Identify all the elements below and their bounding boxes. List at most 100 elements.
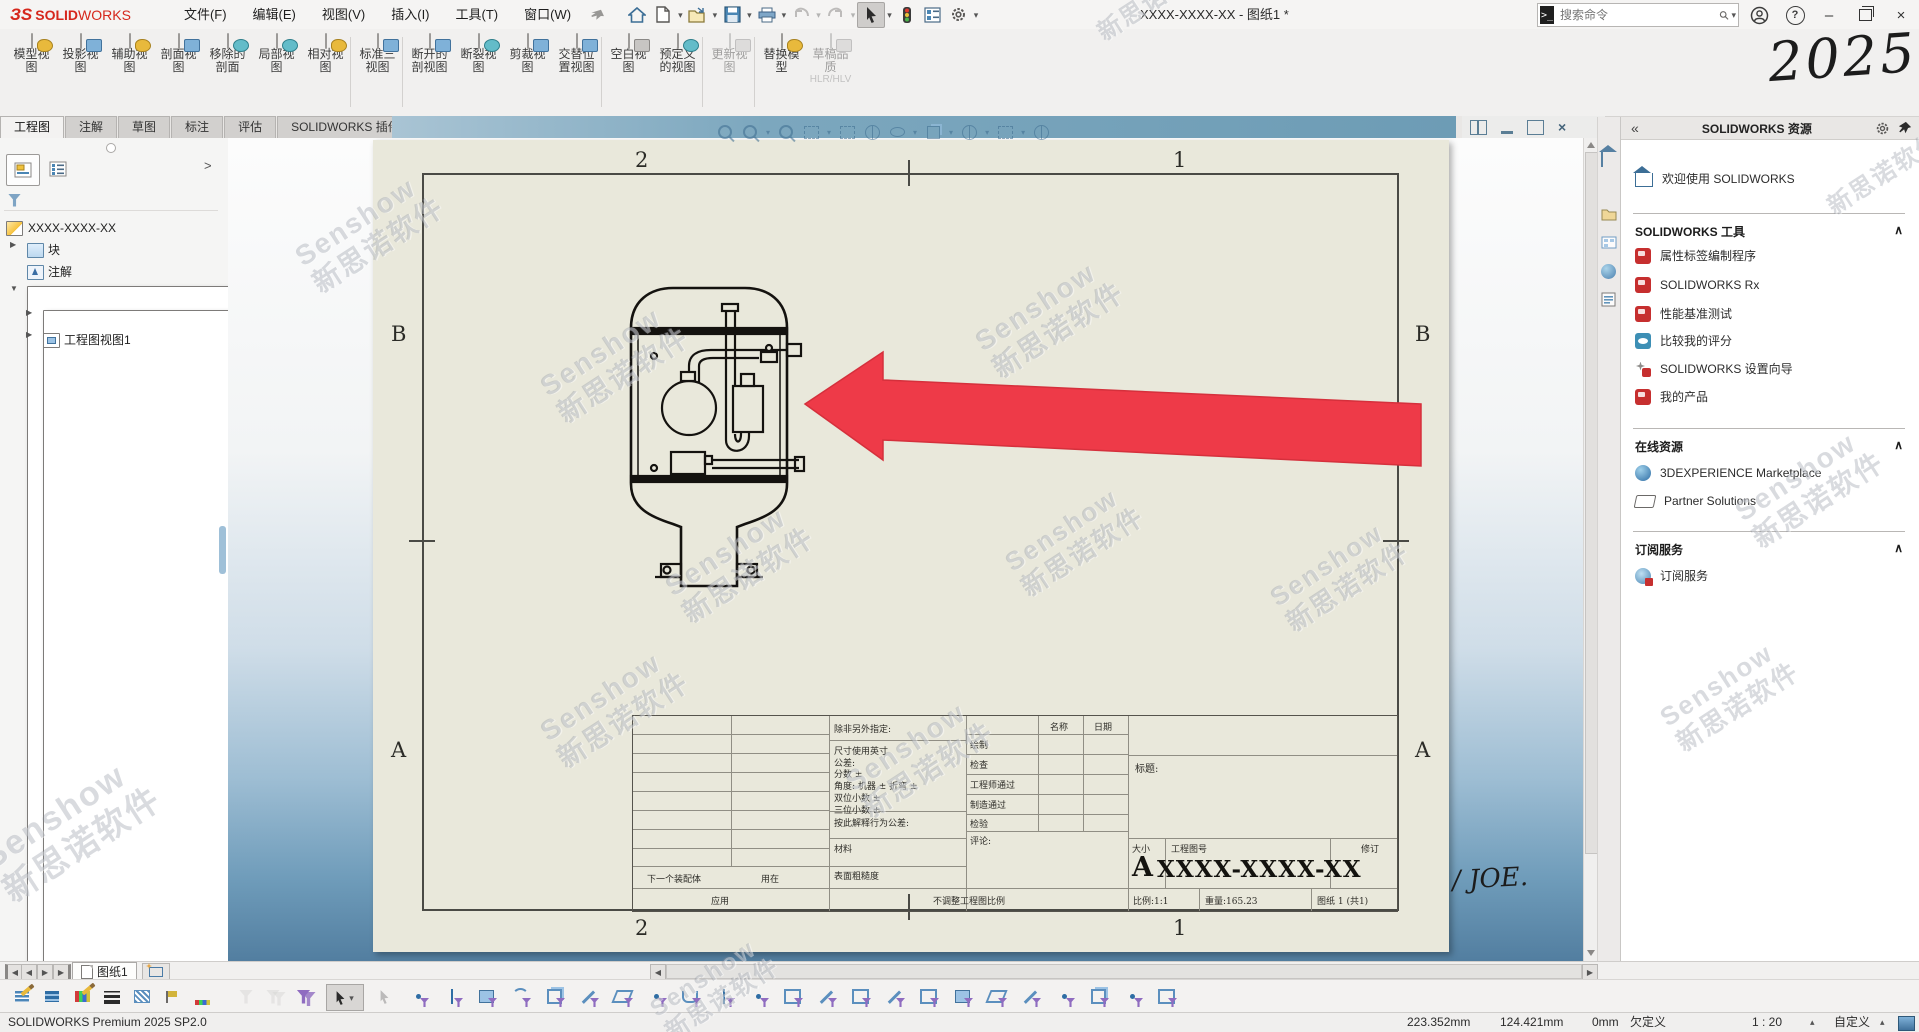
appearances-icon[interactable] [1601,264,1617,280]
filter-notes-icon[interactable] [948,984,976,1009]
panel-scroll-handle[interactable] [219,526,226,574]
task-pane-pin-icon[interactable] [1898,121,1912,135]
search-box[interactable]: >_ ▾ [1537,3,1739,27]
tree-item-sheet1[interactable]: 图纸1 [48,284,79,304]
view-palette-icon[interactable] [1601,236,1617,252]
collapse-section-icon[interactable]: ∧ [1894,438,1903,455]
open-caret[interactable]: ▾ [713,3,718,27]
drawing-view-compressor[interactable] [609,268,809,603]
minimize-pane-icon[interactable] [1501,121,1513,134]
removed-section-button[interactable]: 移除的剖面 [204,34,251,112]
filter-solid-bodies-icon[interactable] [540,984,568,1009]
color-display-mode-icon[interactable] [188,984,216,1009]
tab-drawing[interactable]: 工程图 [0,116,64,138]
tree-root-drawing[interactable]: XXXX-XXXX-XX [28,218,116,238]
menu-insert[interactable]: 插入(I) [378,0,442,29]
tab-annotation[interactable]: 注解 [65,116,117,138]
partner-solutions-link[interactable]: Partner Solutions [1635,494,1756,508]
broken-out-section-button[interactable]: 断开的剖视图 [406,34,453,112]
filter-datums-icon[interactable] [982,984,1010,1009]
standard-3-view-button[interactable]: 标准三视图 [354,34,401,112]
print-caret[interactable]: ▾ [782,3,787,27]
task-pane-gear-icon[interactable] [1875,121,1890,136]
view-settings-caret[interactable]: ▾ [1021,128,1025,137]
filter-dimensions-icon[interactable] [846,984,874,1009]
sheet-scale-value[interactable]: 1 : 20 [1752,1013,1782,1032]
my-products-link[interactable]: 我的产品 [1635,388,1708,405]
settings-caret[interactable]: ▾ [974,3,979,27]
setup-wizard-link[interactable]: SOLIDWORKS 设置向导 [1635,360,1793,377]
filter-edges-icon[interactable] [438,984,466,1009]
property-tab-builder-link[interactable]: 属性标签编制程序 [1635,247,1756,264]
section-solidworks-tools[interactable]: SOLIDWORKS 工具∧ [1635,223,1903,240]
horizontal-scroll-thumb[interactable] [666,964,1582,979]
rotate-view-icon[interactable] [863,123,881,141]
filter-faces-icon[interactable] [472,984,500,1009]
restore-pane-icon[interactable] [1527,120,1544,135]
custom-properties-icon[interactable] [1601,292,1617,308]
zoom-caret[interactable]: ▾ [766,128,770,137]
feature-tree-tab[interactable] [6,154,40,186]
split-pane-icon[interactable] [1470,120,1487,135]
account-icon[interactable] [1748,4,1770,26]
break-view-button[interactable]: 断裂视图 [455,34,502,112]
zoom-area-icon[interactable] [741,123,759,141]
pan-icon[interactable] [838,123,856,141]
display-style-caret[interactable]: ▾ [949,128,953,137]
menu-file[interactable]: 文件(F) [171,0,240,29]
new-document-icon[interactable] [650,3,676,27]
model-view-button[interactable]: 模型视图 [8,34,55,112]
display-style-icon[interactable] [924,123,942,141]
filter-datum-targets-icon[interactable] [1050,984,1078,1009]
expander-sheet-format1[interactable]: ▶ [26,308,32,317]
previous-view-icon[interactable] [777,123,795,141]
open-icon[interactable] [685,3,711,27]
filter-centerlines-icon[interactable] [812,984,840,1009]
tree-item-blocks[interactable]: 块 [48,240,60,260]
zoom-fit-icon[interactable] [716,123,734,141]
auxiliary-view-button[interactable]: 辅助视图 [106,34,153,112]
scroll-up-arrow[interactable] [1587,142,1595,148]
hide-show-edges-icon[interactable] [158,984,186,1009]
solidworks-rx-link[interactable]: SOLIDWORKS Rx [1635,277,1759,293]
section-online-resources[interactable]: 在线资源∧ [1635,438,1903,455]
hscroll-right-arrow[interactable]: ▶ [1582,964,1598,980]
layer-properties-icon[interactable] [8,984,36,1009]
hide-show-items-icon[interactable] [888,123,906,141]
next-sheet-button[interactable]: ▶ [37,964,53,980]
line-color-icon[interactable] [68,984,96,1009]
home-icon[interactable] [624,3,650,27]
expander-sheet1[interactable]: ▼ [10,284,18,293]
scale-caret[interactable]: ▴ [1810,1013,1815,1032]
menu-edit[interactable]: 编辑(E) [240,0,309,29]
select-cursor-icon[interactable] [857,2,885,28]
filter-sketch-segments-icon[interactable] [710,984,738,1009]
view-settings-icon[interactable] [996,123,1014,141]
last-sheet-button[interactable]: ▶ [53,964,71,980]
options-list-icon[interactable] [920,3,946,27]
expander-drawing-view1[interactable]: ▶ [26,330,32,339]
select-cursor-icon[interactable]: ▾ [326,984,364,1011]
appearance-caret[interactable]: ▾ [985,128,989,137]
appearance-icon[interactable] [960,123,978,141]
marketplace-link[interactable]: 3DEXPERIENCE Marketplace [1635,465,1821,481]
display-manager-tab[interactable] [42,154,74,184]
menu-view[interactable]: 视图(V) [309,0,378,29]
section-view-button[interactable]: 剖面视图 [155,34,202,112]
filter-vertices-icon[interactable] [404,984,432,1009]
projected-view-button[interactable]: 投影视图 [57,34,104,112]
restore-icon[interactable] [1854,4,1876,26]
detail-view-button[interactable]: 局部视图 [253,34,300,112]
collapse-section-icon[interactable]: ∧ [1894,223,1903,240]
menu-tools[interactable]: 工具(T) [443,0,512,29]
line-thickness-icon[interactable] [98,984,126,1009]
section-subscription[interactable]: 订阅服务∧ [1635,541,1903,558]
filter-weld-symbols-icon[interactable] [1016,984,1044,1009]
units-value[interactable]: 自定义 [1834,1013,1870,1032]
tree-filter-row[interactable] [4,190,218,211]
search-icon[interactable] [1719,8,1729,23]
new-document-caret[interactable]: ▾ [678,3,683,27]
file-explorer-icon[interactable] [1601,208,1617,224]
search-caret[interactable]: ▾ [1731,3,1736,27]
filter-planes-icon[interactable] [608,984,636,1009]
